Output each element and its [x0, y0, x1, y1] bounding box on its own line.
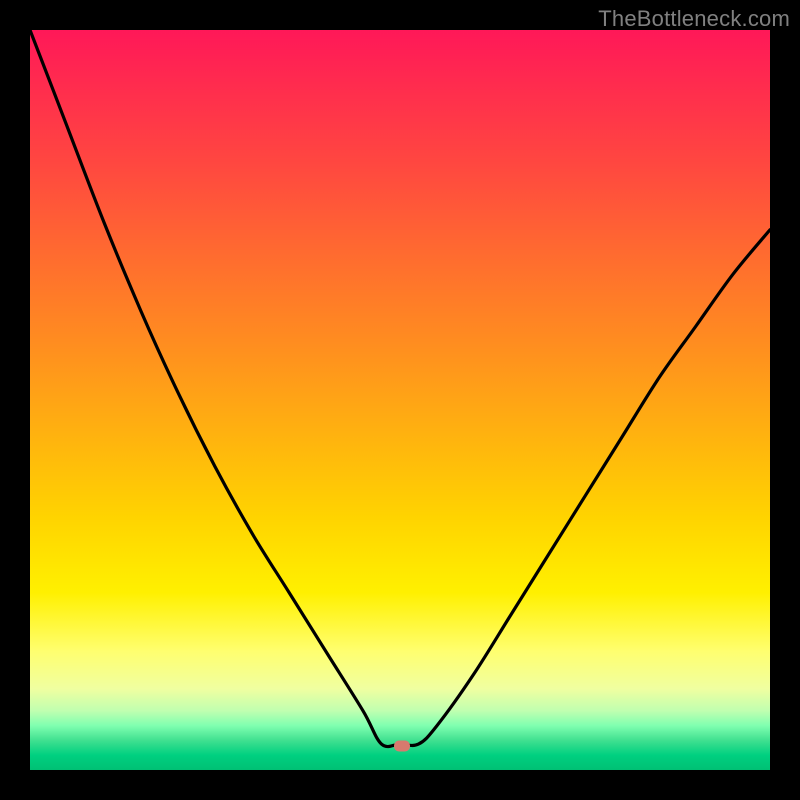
minimum-marker: [394, 741, 410, 752]
attribution-text: TheBottleneck.com: [598, 6, 790, 32]
plot-area: [30, 30, 770, 770]
chart-container: TheBottleneck.com: [0, 0, 800, 800]
bottleneck-curve: [30, 30, 770, 770]
